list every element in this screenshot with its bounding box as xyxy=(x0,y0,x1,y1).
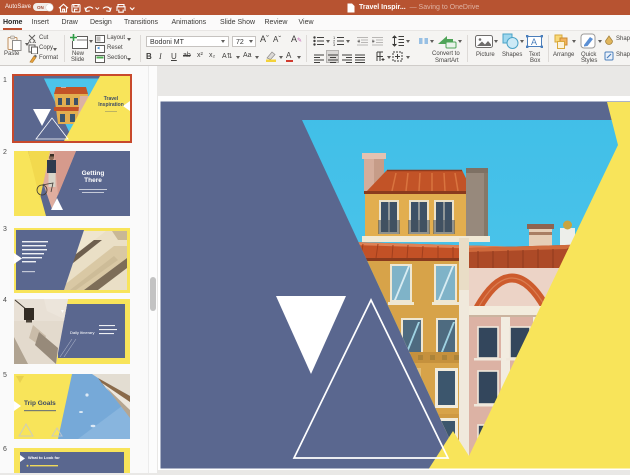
svg-text:Inspiration: Inspiration xyxy=(98,102,124,108)
svg-text:Getting: Getting xyxy=(82,170,105,177)
svg-text:What to Look for: What to Look for xyxy=(28,455,60,460)
svg-text:3: 3 xyxy=(333,42,336,46)
svg-text:Daily Itinerary: Daily Itinerary xyxy=(70,330,94,335)
svg-text:A: A xyxy=(531,37,537,47)
svg-text:Trip Goals: Trip Goals xyxy=(24,400,56,407)
svg-text:There: There xyxy=(84,177,102,184)
